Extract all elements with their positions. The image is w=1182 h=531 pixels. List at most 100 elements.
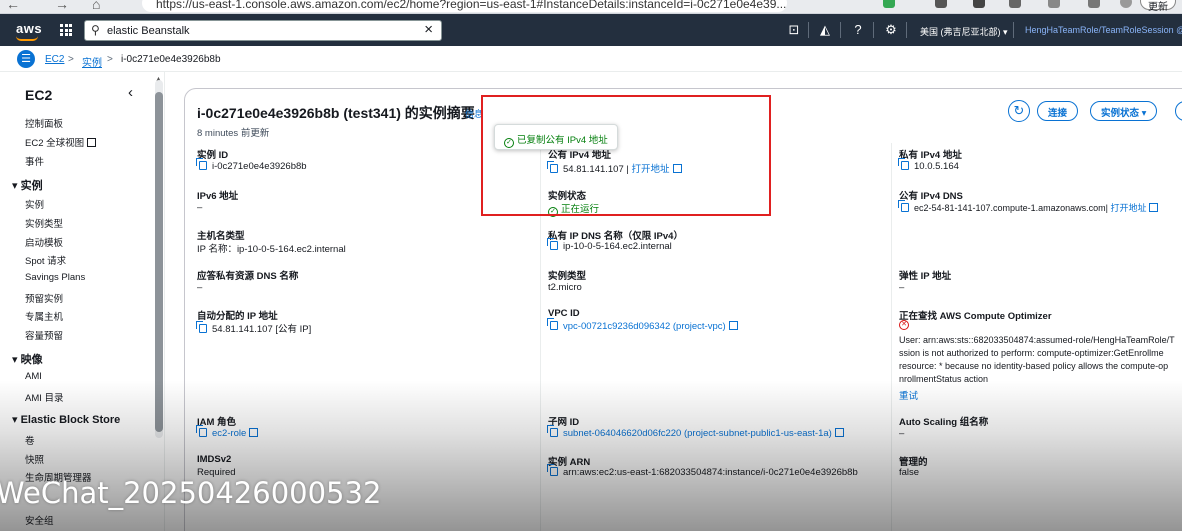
collapse-sidebar-icon[interactable]: ‹ — [128, 84, 133, 101]
extension-icon[interactable] — [1009, 0, 1021, 8]
check-circle-icon: ✓ — [504, 138, 514, 148]
scrollbar-thumb[interactable] — [155, 92, 163, 432]
notifications-bell-icon[interactable]: ◭ — [817, 22, 833, 38]
copy-icon[interactable] — [547, 425, 558, 437]
value-text: ec2-54-81-141-107.compute-1.amazonaws.co… — [914, 203, 1106, 213]
sidebar-item-dashboard[interactable]: 控制面板 — [25, 116, 63, 130]
divider — [873, 22, 874, 38]
sidebar-item-security-groups[interactable]: 安全组 — [25, 513, 54, 527]
copy-icon[interactable] — [196, 158, 207, 170]
copy-icon[interactable] — [898, 200, 909, 212]
search-box[interactable]: ⚲ × — [84, 20, 442, 41]
divider — [906, 22, 907, 38]
section-label: 实例 — [20, 180, 43, 192]
help-icon[interactable]: ? — [850, 22, 866, 37]
sidebar-item-dedicated-hosts[interactable]: 专属主机 — [25, 309, 63, 323]
address-bar[interactable]: https://us-east-1.console.aws.amazon.com… — [142, 0, 787, 12]
sidebar-item-instances[interactable]: 实例 — [25, 197, 44, 211]
sidebar-section-instances[interactable]: ▾ 实例 — [12, 177, 43, 193]
update-button[interactable]: 更新 — [1140, 0, 1176, 13]
clear-icon[interactable]: × — [424, 21, 433, 38]
sidebar-item-label: EC2 全球视图 — [25, 138, 85, 149]
sidebar-item-events[interactable]: 事件 — [25, 154, 44, 168]
forward-icon[interactable]: → — [55, 0, 69, 12]
sidebar-item-volumes[interactable]: 卷 — [25, 433, 35, 447]
field-label: 主机名类型 — [197, 231, 245, 242]
extension-icon[interactable] — [883, 0, 895, 8]
aws-top-nav: aws ⚲ × ⊡ ◭ ? ⚙ 美国 (弗吉尼亚北部) ▾ HengHaTeam… — [0, 14, 1182, 46]
aws-logo-smile — [16, 36, 38, 41]
auto-assigned-ip-value: 54.81.141.107 [公有 IP] — [196, 321, 312, 335]
external-link-icon — [834, 428, 844, 437]
copy-icon[interactable] — [196, 425, 207, 437]
last-updated: 8 minutes 前更新 — [197, 128, 270, 139]
connect-button[interactable]: 连接 — [1037, 101, 1079, 121]
search-input[interactable] — [107, 23, 407, 39]
breadcrumb-separator: > — [107, 54, 113, 65]
sidebar-item-capacity-reservations[interactable]: 容量预留 — [25, 328, 63, 342]
field-label: 实例类型 — [548, 271, 587, 282]
browser-toolbar: ← → ⌂ https://us-east-1.console.aws.amaz… — [0, 0, 1182, 14]
sidebar-section-images[interactable]: ▾ 映像 — [12, 351, 43, 367]
field-label: 管理的 — [899, 457, 928, 468]
watermark-caption: WeChat_20250426000532 — [0, 476, 382, 510]
external-link-icon — [1149, 203, 1159, 212]
copy-icon[interactable] — [547, 318, 558, 330]
sidebar-item-savings-plans[interactable]: Savings Plans — [25, 272, 85, 283]
sidebar-scrollbar[interactable] — [155, 80, 163, 438]
region-selector[interactable]: 美国 (弗吉尼亚北部) ▾ — [920, 25, 1008, 38]
toast-text: 已复制公有 IPv4 地址 — [517, 135, 608, 146]
back-icon[interactable]: ← — [6, 0, 20, 12]
field-label: 私有 IP DNS 名称（仅限 IPv4） — [548, 231, 683, 242]
settings-gear-icon[interactable]: ⚙ — [883, 22, 899, 38]
sidebar-item-reserved-instances[interactable]: 预留实例 — [25, 291, 63, 305]
extension-icon[interactable] — [1088, 0, 1100, 8]
sidebar-item-spot-requests[interactable]: Spot 请求 — [25, 253, 66, 267]
account-menu[interactable]: HengHaTeamRole/TeamRoleSession @ — [1025, 25, 1182, 35]
extension-icon[interactable] — [973, 0, 985, 8]
refresh-button[interactable]: ↻ — [1008, 100, 1030, 122]
field-label: 实例 ARN — [548, 457, 591, 468]
hamburger-menu-icon[interactable]: ☰ — [17, 50, 35, 68]
open-address-link[interactable]: 打开地址 — [1110, 203, 1146, 213]
copy-icon[interactable] — [547, 464, 558, 476]
retry-link[interactable]: 重试 — [899, 388, 918, 402]
extension-icon[interactable] — [935, 0, 947, 8]
sidebar-item-launch-templates[interactable]: 启动模板 — [25, 235, 63, 249]
sidebar-item-ami[interactable]: AMI — [25, 371, 42, 382]
value-text: subnet-064046620d06fc220 (project-subnet… — [563, 428, 832, 439]
instance-state-button[interactable]: 实例状态 ▾ — [1090, 101, 1158, 121]
sidebar-item-global-view[interactable]: EC2 全球视图 — [25, 135, 97, 149]
copy-icon[interactable] — [547, 238, 558, 250]
sidebar-section-ebs[interactable]: ▾ Elastic Block Store — [12, 413, 120, 426]
breadcrumb-instances[interactable]: 实例 — [82, 54, 102, 69]
breadcrumb: ☰ EC2 > 实例 > i-0c271e0e4e3926b8b — [0, 46, 1182, 72]
field-label: IPv6 地址 — [197, 191, 239, 202]
public-dns-value: ec2-54-81-141-107.compute-1.amazonaws.co… — [898, 200, 1159, 214]
resource-dns-value: – — [197, 282, 203, 293]
managed-value: false — [899, 467, 920, 478]
copy-icon[interactable] — [898, 158, 909, 170]
field-label: 私有 IPv4 地址 — [899, 150, 962, 161]
services-grid-icon[interactable] — [60, 24, 72, 36]
sidebar-item-instance-types[interactable]: 实例类型 — [25, 216, 63, 230]
sidebar-item-snapshots[interactable]: 快照 — [25, 452, 44, 466]
aws-logo[interactable]: aws — [16, 21, 42, 36]
breadcrumb-ec2[interactable]: EC2 — [45, 54, 64, 65]
vpc-id-link[interactable]: vpc-00721c9236d096342 (project-vpc) — [547, 318, 738, 332]
copied-toast: ✓ 已复制公有 IPv4 地址 — [494, 124, 618, 150]
subnet-id-link[interactable]: subnet-064046620d06fc220 (project-subnet… — [547, 425, 844, 439]
value-text: ec2-role — [212, 428, 247, 439]
external-link-icon — [249, 428, 259, 437]
home-icon[interactable]: ⌂ — [92, 0, 100, 12]
sidebar-title: EC2 — [25, 87, 53, 103]
field-label: IMDSv2 — [197, 454, 232, 465]
sidebar-item-ami-catalog[interactable]: AMI 目录 — [25, 390, 64, 404]
value-text: 54.81.141.107 [公有 IP] — [212, 324, 312, 335]
copy-icon[interactable] — [196, 321, 207, 333]
iam-role-link[interactable]: ec2-role — [196, 425, 259, 439]
instance-id-value: i-0c271e0e4e3926b8b — [196, 158, 307, 172]
cloudshell-icon[interactable]: ⊡ — [786, 22, 802, 38]
extension-icon[interactable] — [1048, 0, 1060, 8]
profile-icon[interactable] — [1120, 0, 1132, 8]
